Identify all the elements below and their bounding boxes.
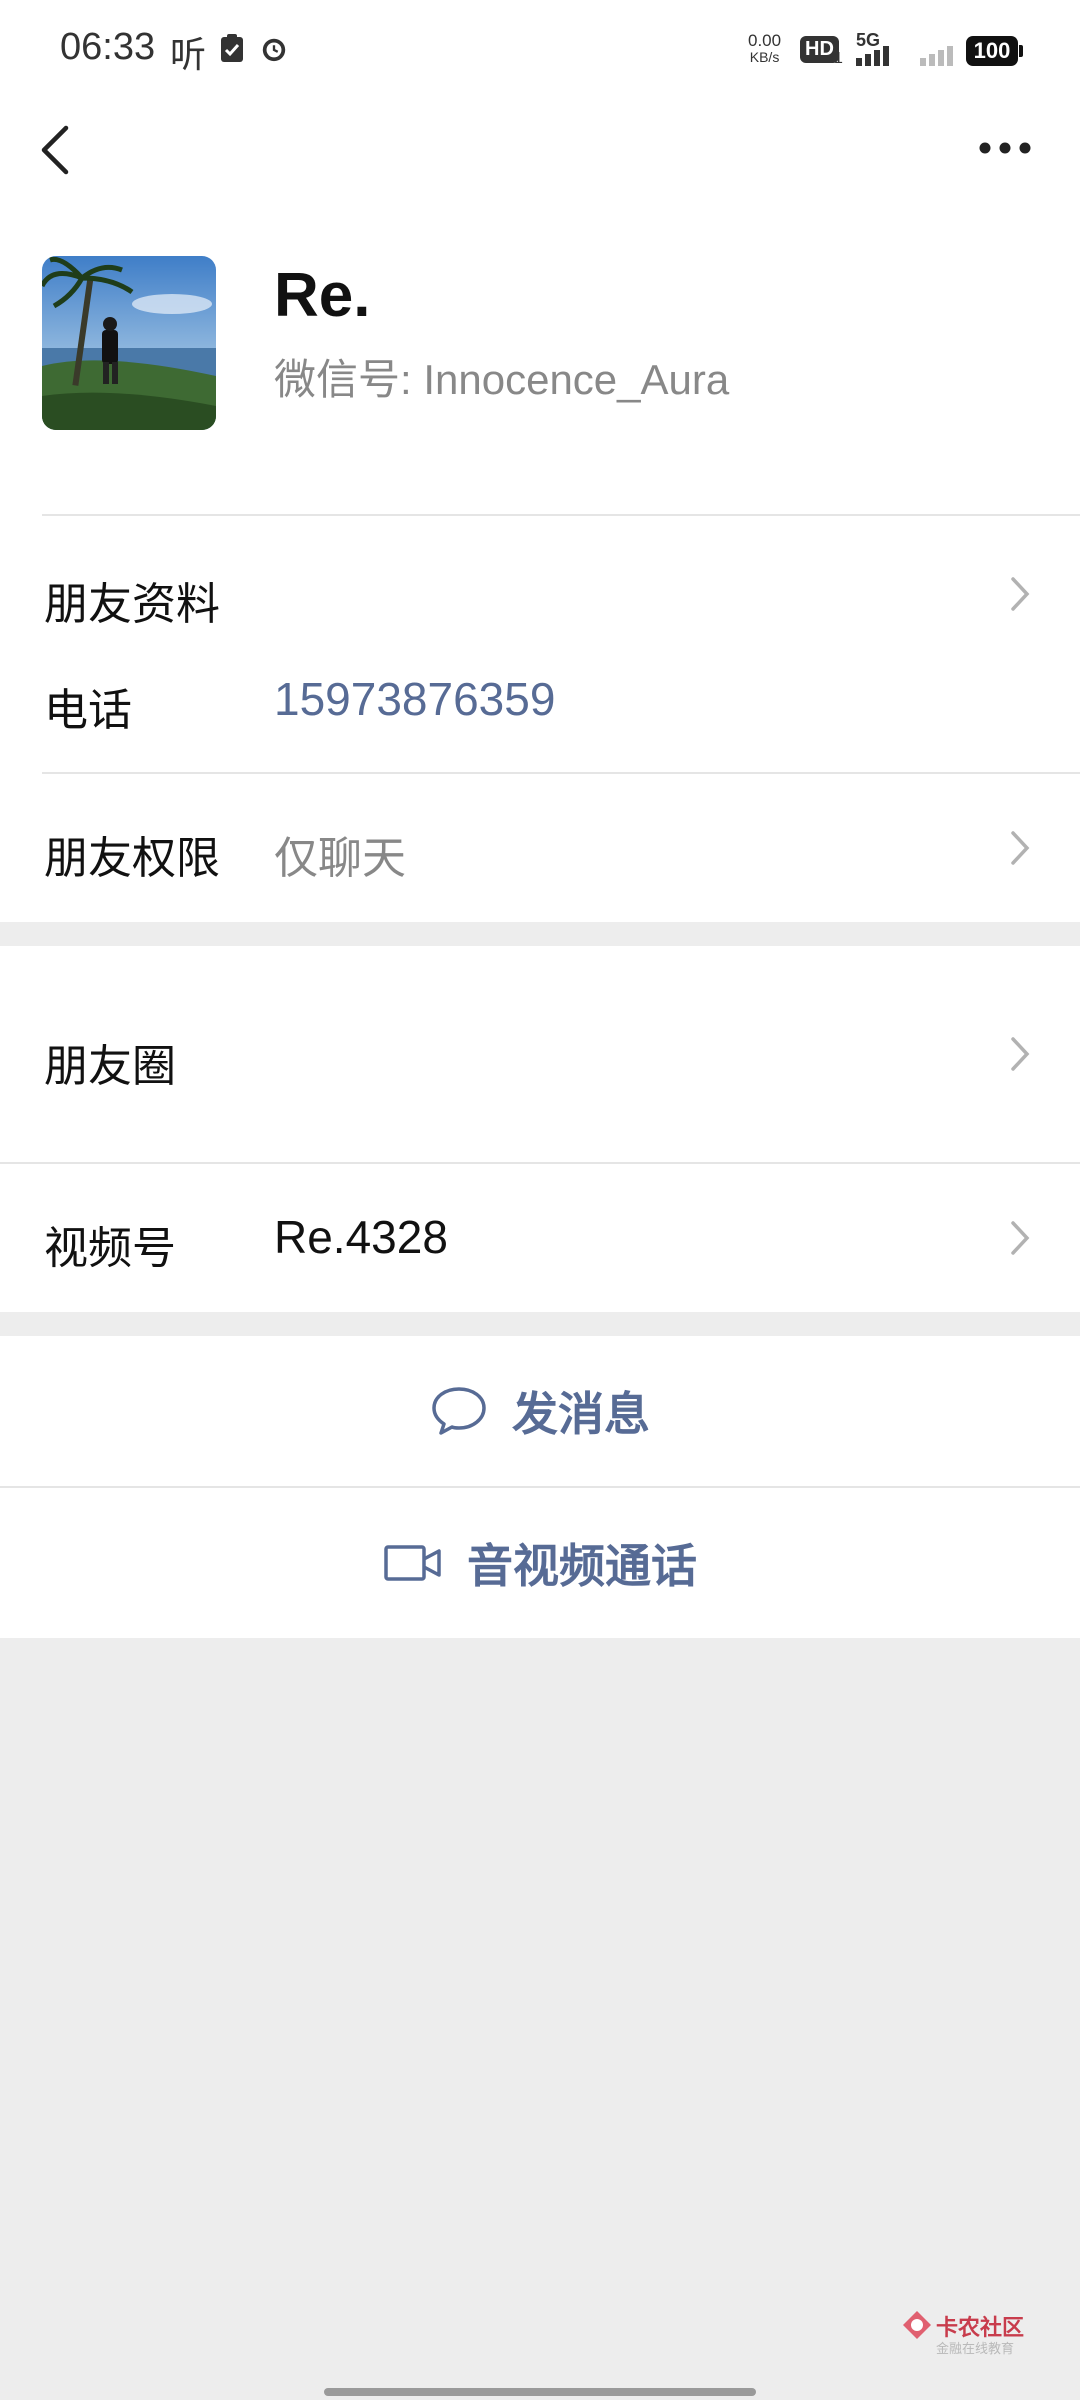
permissions-label: 朋友权限: [44, 834, 220, 883]
watermark-subtitle: 金融在线教育: [936, 2341, 1015, 2356]
more-options-icon[interactable]: [978, 138, 1032, 158]
back-icon[interactable]: [38, 124, 72, 176]
signal-strength-icon: [856, 44, 889, 66]
home-indicator[interactable]: [324, 2388, 756, 2396]
battery-indicator: 100: [966, 36, 1018, 66]
wechat-id: 微信号: Innocence_Aura: [274, 346, 729, 407]
chevron-right-icon: [1011, 577, 1030, 611]
friend-profile-row[interactable]: 朋友资料: [0, 540, 1080, 646]
channels-label: 视频号: [44, 1224, 176, 1273]
divider: [42, 772, 1080, 774]
chevron-right-icon: [1011, 1221, 1030, 1255]
sim-index: 1: [834, 50, 843, 67]
permissions-value: 仅聊天: [274, 834, 406, 883]
watermark-logo-icon: [903, 2311, 931, 2339]
video-call-label: 音视频通话: [467, 1540, 697, 1592]
phone-row: 电话 15973876359: [0, 650, 1080, 754]
divider: [42, 514, 1080, 516]
chevron-right-icon: [1011, 831, 1030, 865]
channels-row[interactable]: 视频号 Re.4328: [0, 1164, 1080, 1312]
wechat-id-value: Innocence_Aura: [423, 356, 730, 403]
battery-tip: [1019, 45, 1023, 57]
phone-number-link[interactable]: 15973876359: [274, 672, 555, 726]
status-bar: 06:33 听 0.00 KB/s HD 1 5G 100: [0, 0, 1080, 100]
friend-permissions-row[interactable]: 朋友权限 仅聊天: [0, 790, 1080, 908]
video-camera-icon: [384, 1545, 441, 1581]
phone-label: 电话: [44, 686, 132, 735]
alarm-clock-icon: [262, 38, 286, 62]
chat-bubble-icon: [432, 1387, 486, 1435]
video-call-button[interactable]: 音视频通话: [0, 1488, 1080, 1638]
avatar-photo: [42, 256, 216, 430]
status-extra-text: 听: [170, 34, 207, 75]
profile-card: [0, 0, 1080, 922]
status-time: 06:33: [60, 26, 156, 68]
contact-name: Re.: [274, 261, 371, 330]
channels-value: Re.4328: [274, 1211, 448, 1263]
wechat-id-label: 微信号:: [274, 356, 412, 403]
send-message-label: 发消息: [512, 1388, 650, 1440]
moments-row[interactable]: 朋友圈: [0, 946, 1080, 1160]
signal-strength-secondary-icon: [920, 44, 953, 66]
chevron-right-icon: [1011, 1037, 1030, 1071]
avatar[interactable]: [42, 256, 216, 430]
clipboard-check-icon: [221, 34, 243, 62]
network-speed: 0.00 KB/s: [748, 31, 782, 65]
send-message-button[interactable]: 发消息: [0, 1336, 1080, 1486]
section-gap: [0, 1312, 1080, 1336]
friend-profile-label: 朋友资料: [44, 580, 220, 629]
moments-label: 朋友圈: [44, 1042, 176, 1091]
section-gap: [0, 922, 1080, 946]
